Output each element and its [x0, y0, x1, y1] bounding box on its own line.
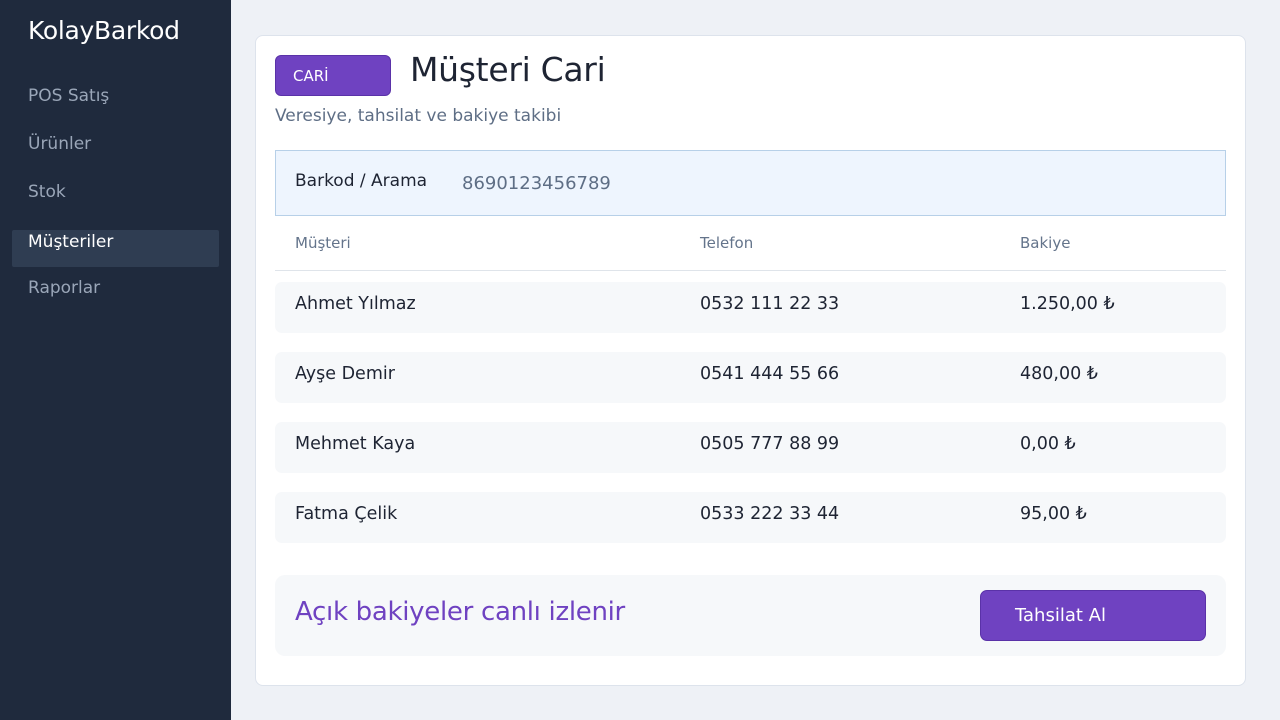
customer-phone: 0532 111 22 33: [700, 294, 840, 314]
sidebar-item-urunler[interactable]: Ürünler: [12, 127, 219, 164]
search-label: Barkod / Arama: [295, 171, 428, 191]
page-title: Müşteri Cari: [410, 50, 606, 89]
live-balance-status: Açık bakiyeler canlı izlenir: [295, 597, 625, 627]
customer-balance: 1.250,00 ₺: [1020, 294, 1115, 314]
section-badge: CARİ: [275, 55, 391, 96]
customer-balance: 95,00 ₺: [1020, 504, 1087, 524]
customer-account-card: CARİ Müşteri Cari Veresiye, tahsilat ve …: [255, 35, 1246, 686]
customer-balance: 0,00 ₺: [1020, 434, 1076, 454]
table-row[interactable]: Ahmet Yılmaz 0532 111 22 33 1.250,00 ₺: [275, 282, 1226, 333]
customer-phone: 0505 777 88 99: [700, 434, 840, 454]
customer-balance: 480,00 ₺: [1020, 364, 1098, 384]
table-row[interactable]: Ayşe Demir 0541 444 55 66 480,00 ₺: [275, 352, 1226, 403]
column-header-customer: Müşteri: [295, 234, 351, 252]
sidebar-item-raporlar[interactable]: Raporlar: [12, 271, 219, 308]
barcode-search-input[interactable]: [462, 163, 1202, 203]
page-subtitle: Veresiye, tahsilat ve bakiye takibi: [275, 106, 562, 126]
column-header-phone: Telefon: [700, 234, 754, 252]
app-brand: KolayBarkod: [28, 16, 180, 45]
table-row[interactable]: Mehmet Kaya 0505 777 88 99 0,00 ₺: [275, 422, 1226, 473]
sidebar: KolayBarkod POS Satış Ürünler Stok Müşte…: [0, 0, 231, 720]
sidebar-item-stok[interactable]: Stok: [12, 175, 219, 212]
column-header-balance: Bakiye: [1020, 234, 1071, 252]
table-row[interactable]: Fatma Çelik 0533 222 33 44 95,00 ₺: [275, 492, 1226, 543]
sidebar-item-pos-satis[interactable]: POS Satış: [12, 79, 219, 116]
header-divider: [275, 270, 1226, 271]
collect-payment-button[interactable]: Tahsilat Al: [980, 590, 1206, 641]
status-footer: Açık bakiyeler canlı izlenir Tahsilat Al: [275, 575, 1226, 656]
customer-name: Ayşe Demir: [295, 364, 395, 384]
customer-name: Ahmet Yılmaz: [295, 294, 416, 314]
customer-phone: 0541 444 55 66: [700, 364, 840, 384]
sidebar-item-musteriler[interactable]: Müşteriler: [12, 230, 219, 267]
customer-phone: 0533 222 33 44: [700, 504, 840, 524]
customer-name: Mehmet Kaya: [295, 434, 416, 454]
customer-name: Fatma Çelik: [295, 504, 398, 524]
barcode-search-box: Barkod / Arama: [275, 150, 1226, 216]
